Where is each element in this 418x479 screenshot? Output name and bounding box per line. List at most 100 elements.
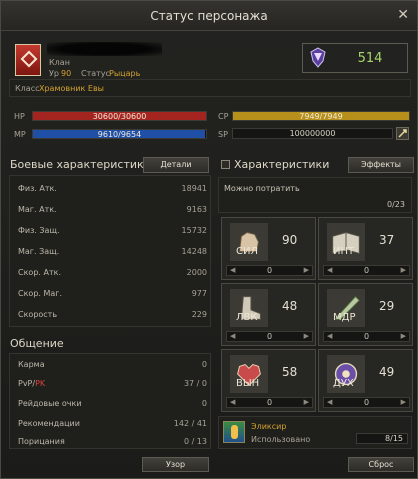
rank-value: 514 <box>357 51 383 66</box>
increase-arrow-icon[interactable]: ▶ <box>304 332 309 341</box>
elixir-title: Эликсир <box>251 422 287 431</box>
combat-stat-row: Физ. Защ. 15732 <box>13 222 207 241</box>
stat-allocator: ◀ 0 ▶ <box>226 331 313 342</box>
combat-stat-label: Физ. Защ. <box>18 226 60 235</box>
stat-allocated: 0 <box>266 332 273 341</box>
combat-stat-value: 229 <box>191 310 207 319</box>
sp-value: 100000000 <box>232 128 393 139</box>
hp-value: 30600/30600 <box>92 112 147 121</box>
elixir-count: 8/15 <box>356 433 408 444</box>
combat-stat-row: Скорость 229 <box>13 306 207 325</box>
stat-abbr: ИНТ <box>333 246 355 257</box>
combat-stat-value: 977 <box>191 289 207 298</box>
combat-stat-label: Маг. Защ. <box>18 247 60 256</box>
level-label: Ур <box>49 69 59 78</box>
cp-label: CP <box>218 112 229 121</box>
combat-stat-row: Скор. Атк. 2000 <box>13 264 207 283</box>
stat-allocator: ◀ 0 ▶ <box>323 265 410 276</box>
window-title: Статус персонажа <box>150 9 268 23</box>
karma-row: Карма 0 <box>13 356 207 375</box>
level-value: 90 <box>61 69 72 78</box>
stat-allocated: 0 <box>363 332 370 341</box>
stat-allocated: 0 <box>363 266 370 275</box>
raid-label: Рейдовые очки <box>18 399 82 408</box>
stat-allocated: 0 <box>266 266 273 275</box>
close-icon[interactable]: ✕ <box>397 7 409 23</box>
combat-stat-label: Скорость <box>18 310 58 319</box>
social-title: Общение <box>10 337 64 350</box>
stat-abbr: СИЛ <box>236 246 258 257</box>
class-label: Класс <box>15 84 40 93</box>
sp-toggle-icon[interactable] <box>396 127 409 140</box>
combat-stat-row: Маг. Атк. 9163 <box>13 201 207 220</box>
class-emblem-icon <box>15 44 41 76</box>
stat-abbr: ВЫН <box>236 378 260 389</box>
hp-bar: 30600/30600 <box>32 111 207 121</box>
mp-value: 9610/9654 <box>97 130 142 139</box>
stat-abbr: ДУХ <box>333 378 354 389</box>
cp-value: 7949/7949 <box>299 112 343 121</box>
combat-stat-value: 15732 <box>181 226 207 235</box>
reset-button[interactable]: Сброс <box>348 457 414 472</box>
stat-value: 29 <box>379 299 395 313</box>
stat-card-0: СИЛ 90 ◀ 0 ▶ <box>221 217 316 280</box>
combat-stat-value: 14248 <box>181 247 207 256</box>
status-value: Рыцарь <box>109 69 141 78</box>
mp-bar: 9610/9654 <box>32 129 207 139</box>
stat-card-4: ВЫН 58 ◀ 0 ▶ <box>221 349 316 412</box>
rank-badge: 514 <box>302 43 408 73</box>
combat-stat-label: Физ. Атк. <box>18 184 57 193</box>
stat-allocator: ◀ 0 ▶ <box>323 397 410 408</box>
stat-value: 58 <box>282 365 298 379</box>
pvp-value: 37 / 0 <box>183 379 207 388</box>
increase-arrow-icon[interactable]: ▶ <box>401 266 406 275</box>
censure-row: Порицания 0 / 13 <box>13 433 207 452</box>
recommend-label: Рекомендации <box>18 419 80 428</box>
karma-value: 0 <box>201 360 207 369</box>
stat-allocator: ◀ 0 ▶ <box>226 265 313 276</box>
stat-value: 37 <box>379 233 395 247</box>
combat-stat-label: Скор. Атк. <box>18 268 61 277</box>
stat-card-5: ДУХ 49 ◀ 0 ▶ <box>318 349 413 412</box>
combat-stat-row: Скор. Маг. 977 <box>13 285 207 304</box>
increase-arrow-icon[interactable]: ▶ <box>304 266 309 275</box>
stat-value: 48 <box>282 299 298 313</box>
karma-label: Карма <box>18 360 45 369</box>
stat-card-1: ИНТ 37 ◀ 0 ▶ <box>318 217 413 280</box>
crest-icon <box>310 47 326 68</box>
stat-allocated: 0 <box>363 398 370 407</box>
combat-stat-value: 9163 <box>186 205 207 214</box>
raid-row: Рейдовые очки 0 <box>13 395 207 414</box>
increase-arrow-icon[interactable]: ▶ <box>401 398 406 407</box>
pvp-row: PvP/PK 37 / 0 <box>13 375 207 394</box>
class-value: Храмовник Евы <box>39 84 104 93</box>
stat-allocated: 0 <box>266 398 273 407</box>
redacted-name <box>47 42 162 56</box>
status-label: Статус <box>81 69 110 78</box>
pvp-label: PvP/PK <box>18 379 46 388</box>
recommend-row: Рекомендации 142 / 41 <box>13 415 207 434</box>
characteristics-checkbox[interactable] <box>221 160 230 169</box>
increase-arrow-icon[interactable]: ▶ <box>401 332 406 341</box>
censure-label: Порицания <box>18 437 65 446</box>
recommend-value: 142 / 41 <box>173 419 207 428</box>
combat-stat-value: 2000 <box>186 268 207 277</box>
stat-allocator: ◀ 0 ▶ <box>323 331 410 342</box>
increase-arrow-icon[interactable]: ▶ <box>304 398 309 407</box>
combat-stat-row: Физ. Атк. 18941 <box>13 180 207 199</box>
elixir-icon <box>223 421 245 443</box>
title-bar[interactable]: Статус персонажа ✕ <box>1 1 417 31</box>
effects-button[interactable]: Эффекты <box>348 157 414 173</box>
combat-stat-label: Скор. Маг. <box>18 289 63 298</box>
spend-label: Можно потратить <box>224 184 300 193</box>
combat-stat-row: Маг. Защ. 14248 <box>13 243 207 262</box>
stat-allocator: ◀ 0 ▶ <box>226 397 313 408</box>
elixir-used-label: Использовано <box>251 435 311 444</box>
combat-stats-title: Боевые характеристики <box>10 158 151 171</box>
stat-abbr: ЛВК <box>236 312 258 323</box>
details-button[interactable]: Детали <box>143 157 209 173</box>
spend-value: 0/23 <box>387 200 405 209</box>
stat-card-3: МДР 29 ◀ 0 ▶ <box>318 283 413 346</box>
mp-label: MP <box>14 130 26 139</box>
pattern-button[interactable]: Узор <box>142 457 209 472</box>
